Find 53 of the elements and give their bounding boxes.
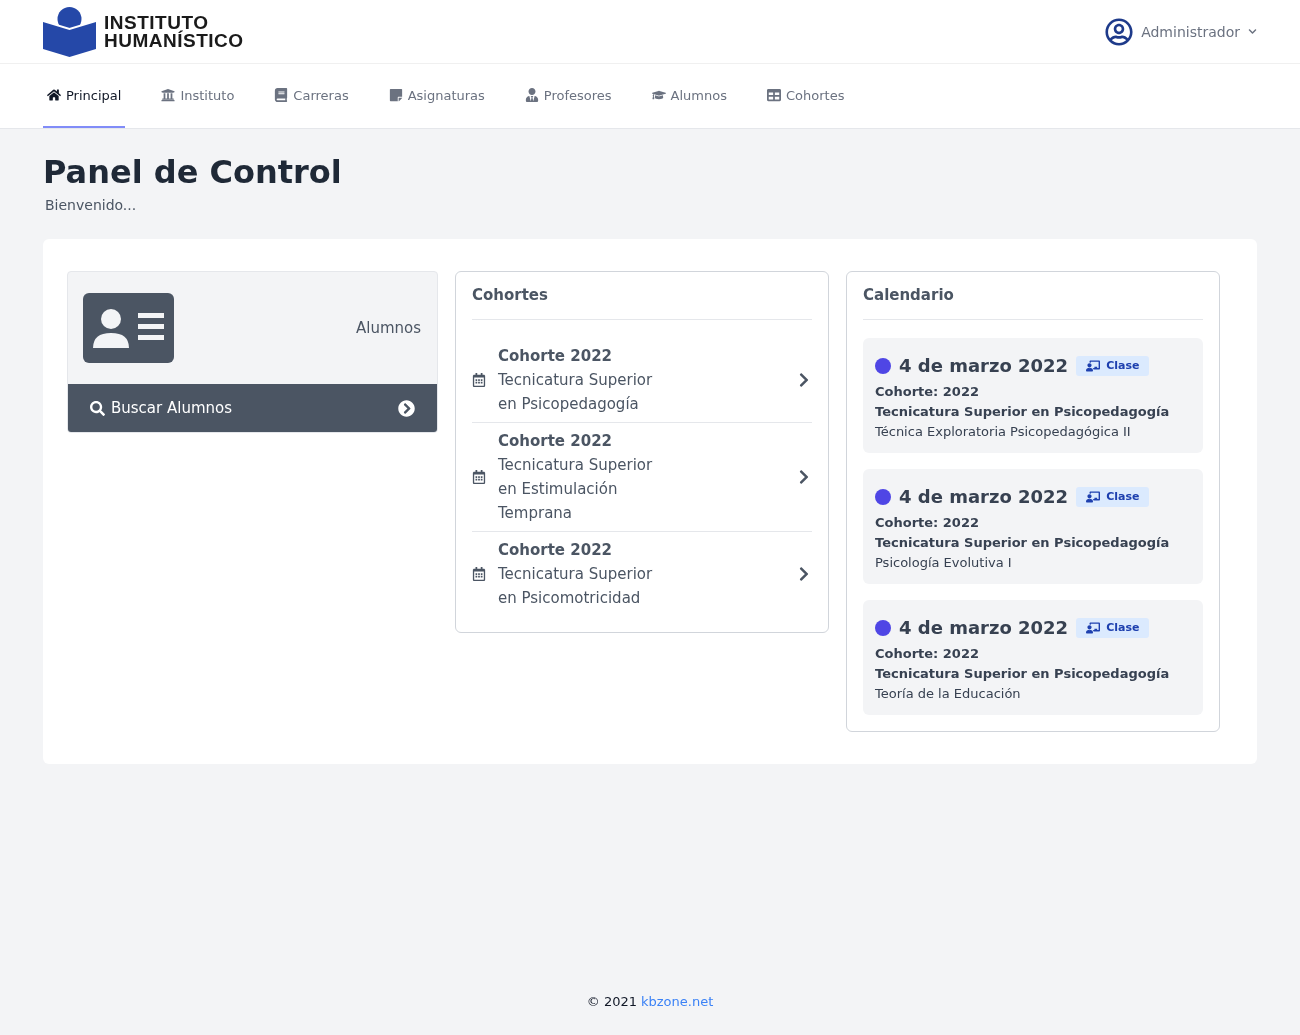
card-title: Calendario — [863, 272, 1203, 320]
page-title: Panel de Control — [43, 153, 343, 191]
home-icon — [47, 88, 61, 102]
event-subject: Técnica Exploratoria Psicopedagógica II — [875, 423, 1132, 441]
event-subject: Psicología Evolutiva I — [875, 554, 1013, 572]
user-avatar-icon — [1105, 17, 1134, 46]
event-cohort: Cohorte: 2022 — [875, 383, 980, 401]
graduation-cap-icon — [651, 88, 666, 102]
nav-tab[interactable]: Principal — [43, 64, 126, 128]
note-icon — [388, 88, 403, 102]
cohort-item[interactable]: Cohorte 2022 Tecnicatura Superior en Psicopedagogía — [472, 338, 812, 423]
event-subject: Teoría de la Educación — [875, 685, 1022, 703]
search-icon — [90, 400, 105, 416]
person-icon — [524, 88, 539, 102]
card-title: Cohortes — [472, 272, 812, 320]
event-career: Tecnicatura Superior en Psicopedagogía — [875, 665, 1171, 683]
contact-card-icon — [83, 293, 174, 363]
nav-tab[interactable]: Carreras — [270, 64, 353, 128]
page-subtitle: Bienvenido... — [45, 197, 138, 213]
event-cohort: Cohorte: 2022 — [875, 645, 980, 663]
calendar-icon — [472, 567, 486, 581]
book-icon — [274, 88, 289, 102]
table-icon — [766, 88, 781, 102]
event-date: 4 de marzo 2022 — [899, 486, 1069, 507]
class-tag: Clase — [1076, 355, 1150, 376]
students-label: Alumnos — [355, 319, 421, 337]
class-tag: Clase — [1076, 617, 1150, 638]
brand-name: INSTITUTO HUMANÍSTICO — [104, 13, 244, 50]
teacher-board-icon — [1086, 489, 1101, 504]
book-logo-icon — [43, 6, 96, 57]
event-date: 4 de marzo 2022 — [899, 617, 1069, 638]
nav-tab[interactable]: Instituto — [157, 64, 239, 128]
event-career: Tecnicatura Superior en Psicopedagogía — [875, 534, 1171, 552]
cohort-item[interactable]: Cohorte 2022 Tecnicatura Superior en Estimulación Temprana — [472, 423, 812, 532]
event-cohort: Cohorte: 2022 — [875, 514, 980, 532]
cohort-item[interactable]: Cohorte 2022 Tecnicatura Superior en Psicomotricidad — [472, 532, 812, 616]
class-tag: Clase — [1076, 486, 1150, 507]
nav-tab[interactable]: Asignaturas — [384, 64, 489, 128]
search-students-button[interactable]: Buscar Alumnos — [68, 384, 437, 432]
calendar-icon — [472, 373, 486, 387]
teacher-board-icon — [1086, 620, 1101, 635]
event-date: 4 de marzo 2022 — [899, 355, 1069, 376]
calendar-icon — [472, 470, 486, 484]
nav-tab[interactable]: Profesores — [520, 64, 616, 128]
teacher-board-icon — [1086, 358, 1101, 373]
copyright-text: © 2021 — [586, 994, 637, 1009]
chevron-down-icon — [1248, 27, 1257, 36]
building-icon — [161, 88, 176, 102]
nav-tab[interactable]: Cohortes — [762, 64, 849, 128]
nav-tab[interactable]: Alumnos — [647, 64, 731, 128]
user-menu-button[interactable]: Administrador — [1105, 17, 1257, 46]
footer-link[interactable]: kbzone.net — [640, 994, 714, 1009]
event-career: Tecnicatura Superior en Psicopedagogía — [875, 403, 1171, 421]
